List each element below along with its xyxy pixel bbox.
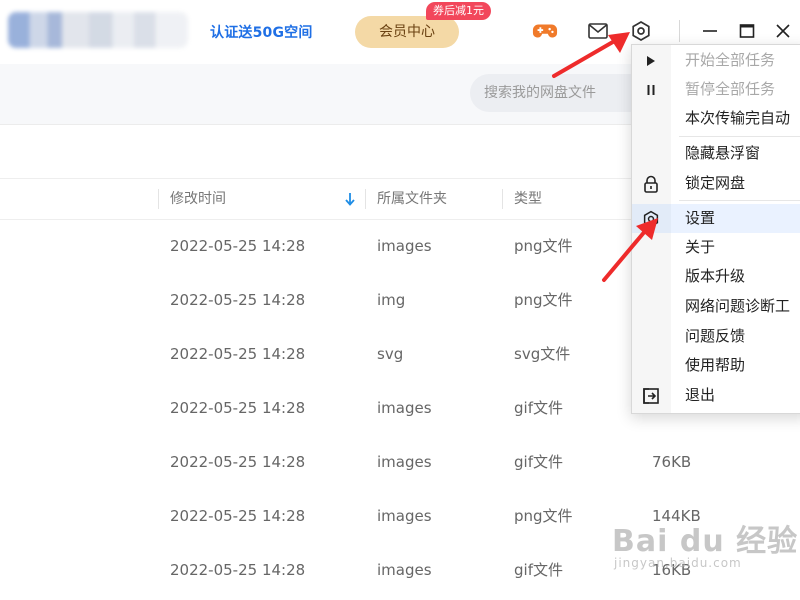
menu-item-label: 使用帮助 [685,356,746,374]
cell-type: gif文件 [514,453,563,471]
minimize-icon[interactable] [697,18,723,44]
column-header-modified-time[interactable]: 修改时间 [170,179,226,219]
cell-modified-time: 2022-05-25 14:28 [170,291,306,309]
menu-item-label: 设置 [685,209,716,227]
menu-item-label: 关于 [685,238,716,256]
maximize-icon[interactable] [734,18,760,44]
menu-item-label: 隐藏悬浮窗 [685,144,761,162]
coupon-badge: 券后减1元 [426,2,491,20]
menu-item-hide-float-window[interactable]: 隐藏悬浮窗 [632,139,800,168]
cell-type: png文件 [514,507,573,525]
game-controller-icon[interactable] [532,18,558,44]
cell-folder: img [377,291,406,309]
search-input[interactable] [470,74,642,112]
cell-modified-time: 2022-05-25 14:28 [170,453,306,471]
column-divider [365,189,366,209]
menu-item-auto-after-transfer[interactable]: 本次传输完自动 [632,104,800,133]
titlebar-divider [679,20,680,42]
menu-item-network-diagnose[interactable]: 网络问题诊断工 [632,292,800,321]
column-header-type[interactable]: 类型 [514,179,542,219]
cell-folder: images [377,399,432,417]
play-icon [642,52,660,70]
menu-item-label: 网络问题诊断工 [685,297,791,315]
menu-item-label: 退出 [685,386,716,404]
cell-modified-time: 2022-05-25 14:28 [170,237,306,255]
menu-item-pause-all[interactable]: 暂停全部任务 [632,75,800,104]
cell-type: gif文件 [514,399,563,417]
cell-modified-time: 2022-05-25 14:28 [170,507,306,525]
menu-separator [679,200,800,201]
mail-icon[interactable] [585,18,611,44]
column-divider [502,189,503,209]
table-row[interactable]: 2022-05-25 14:28 images gif文件 76KB [0,435,800,489]
menu-separator [679,136,800,137]
menu-item-label: 问题反馈 [685,327,746,345]
cell-type: png文件 [514,291,573,309]
cell-modified-time: 2022-05-25 14:28 [170,345,306,363]
menu-item-settings[interactable]: 设置 [632,204,800,233]
menu-item-label: 锁定网盘 [685,174,746,192]
column-divider [158,189,159,209]
pause-icon [642,81,660,99]
cell-modified-time: 2022-05-25 14:28 [170,399,306,417]
lock-icon [642,175,660,193]
verify-gift-link[interactable]: 认证送50G空间 [210,22,313,42]
cell-folder: images [377,237,432,255]
exit-icon [642,387,660,405]
cell-folder: images [377,507,432,525]
cell-modified-time: 2022-05-25 14:28 [170,561,306,579]
menu-item-exit[interactable]: 退出 [632,381,800,410]
menu-item-lock-disk[interactable]: 锁定网盘 [632,169,800,198]
menu-item-feedback[interactable]: 问题反馈 [632,322,800,351]
gear-icon [642,210,660,228]
settings-dropdown-menu: 开始全部任务 暂停全部任务 本次传输完自动 隐藏悬浮窗 锁定网盘 设置 关于 版… [631,44,800,414]
baidu-watermark: Bai du 经验 jingyan.baidu.com [612,516,798,570]
cell-size: 76KB [652,453,692,471]
sort-descending-icon[interactable] [344,191,356,211]
cell-folder: images [377,561,432,579]
menu-item-label: 本次传输完自动 [685,109,791,127]
close-icon[interactable] [770,18,796,44]
blurred-user-info [8,12,188,48]
menu-item-help[interactable]: 使用帮助 [632,351,800,380]
vip-center-button[interactable]: 会员中心 [355,16,459,48]
cell-type: gif文件 [514,561,563,579]
cell-folder: images [377,453,432,471]
menu-item-label: 版本升级 [685,267,746,285]
settings-gear-icon[interactable] [628,18,654,44]
menu-item-label: 暂停全部任务 [685,80,776,98]
column-header-folder[interactable]: 所属文件夹 [377,179,447,219]
menu-item-about[interactable]: 关于 [632,233,800,262]
watermark-brand: Bai du 经验 [612,524,799,559]
cell-folder: svg [377,345,404,363]
cell-type: png文件 [514,237,573,255]
cell-type: svg文件 [514,345,571,363]
menu-item-start-all[interactable]: 开始全部任务 [632,46,800,75]
menu-item-upgrade[interactable]: 版本升级 [632,262,800,291]
menu-item-label: 开始全部任务 [685,51,776,69]
